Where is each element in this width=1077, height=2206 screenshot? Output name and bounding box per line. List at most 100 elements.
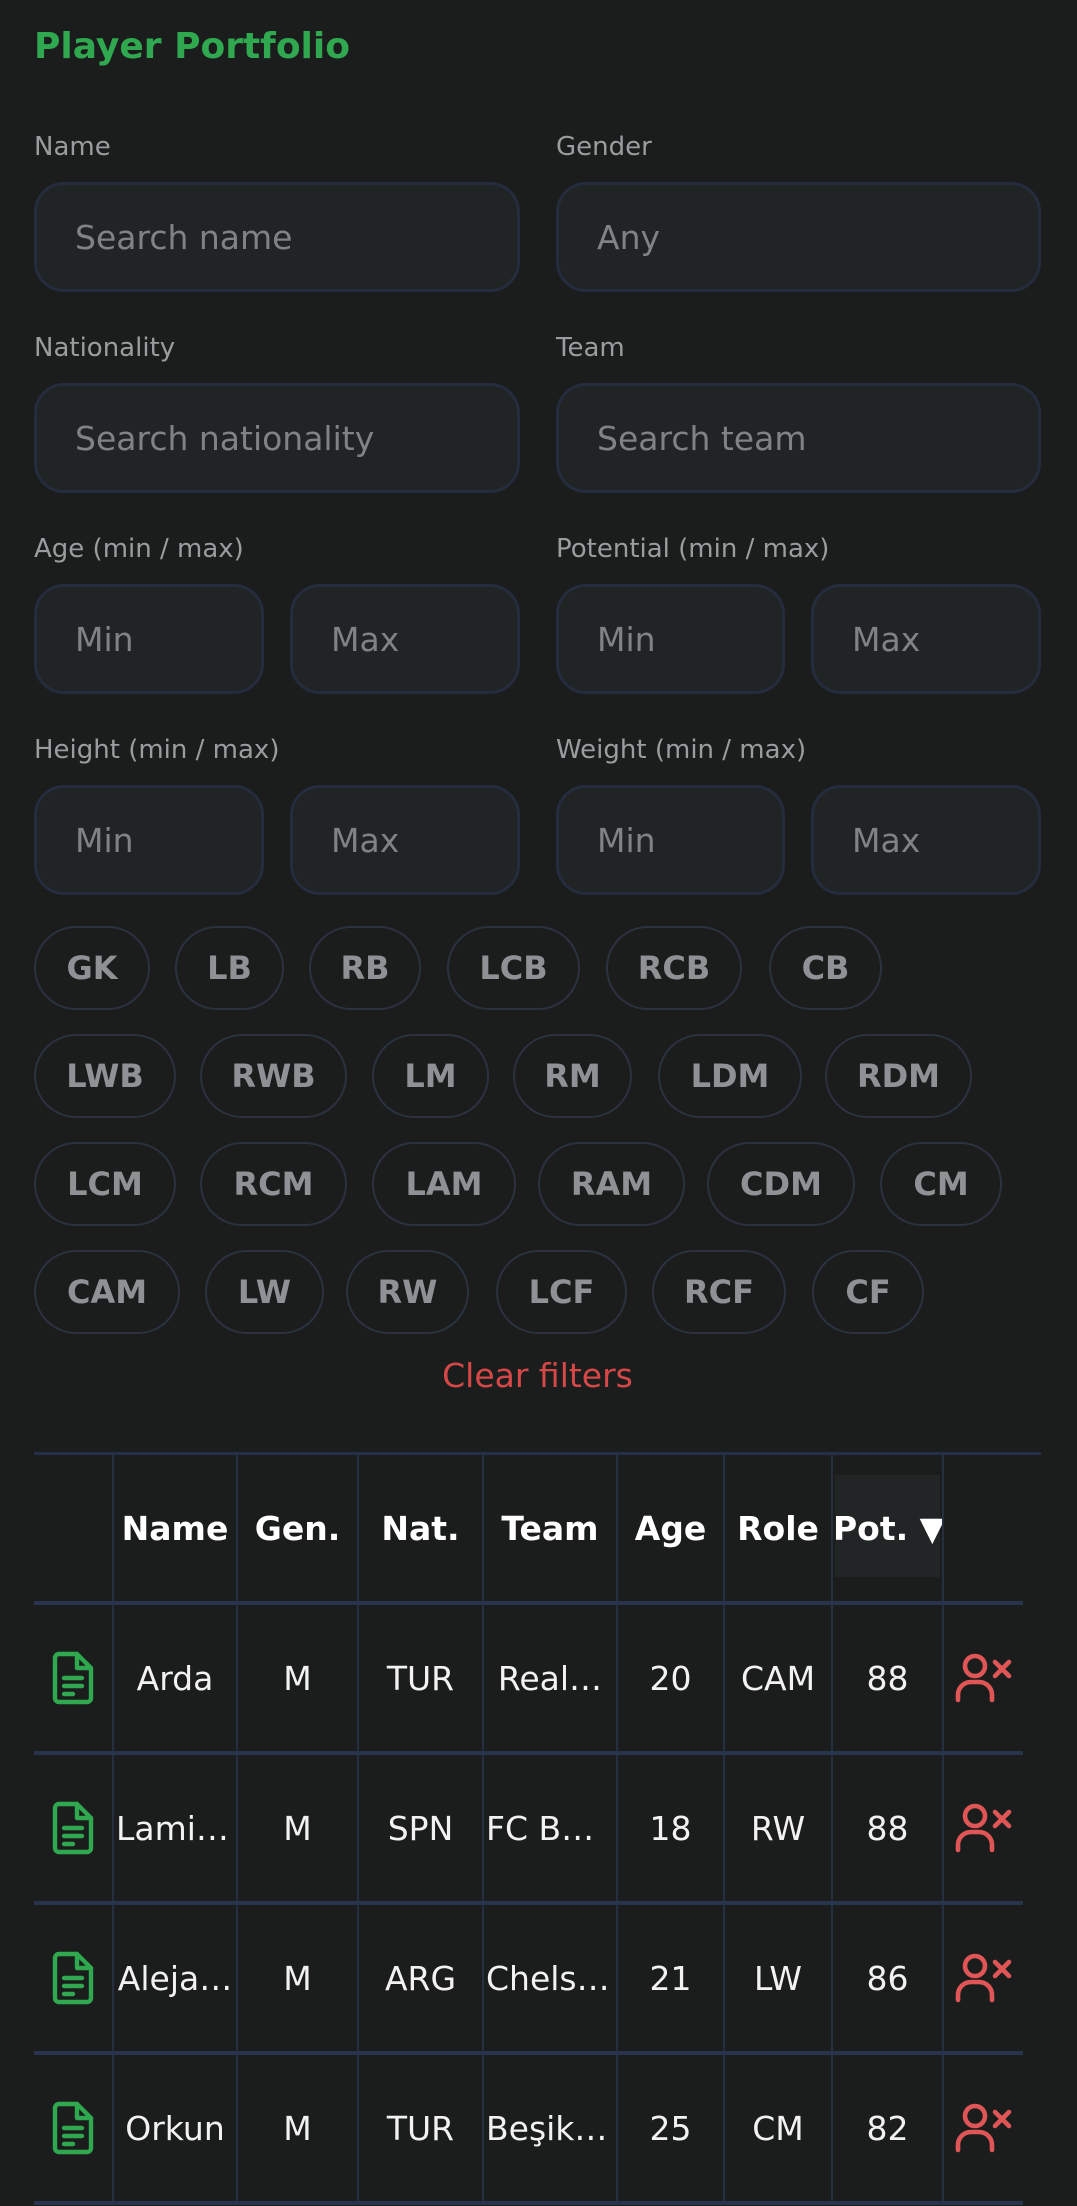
position-chip-rcb[interactable]: RCB [606, 926, 742, 1010]
position-chip-cf[interactable]: CF [812, 1250, 924, 1334]
header-potential-label: Pot. ▼ [833, 1508, 943, 1548]
cell-name: Orkun [112, 2051, 237, 2205]
cell-nationality-text: SPN [387, 1808, 454, 1848]
header-team[interactable]: Team [482, 1455, 617, 1603]
open-player-button[interactable] [34, 1751, 113, 1903]
table-header-row: Name Gen. Nat. Team Age Role Pot. ▼ [34, 1455, 1023, 1603]
remove-player-button[interactable] [942, 1901, 1023, 2053]
cell-nationality: TUR [357, 2051, 483, 2205]
header-potential-sorted[interactable]: Pot. ▼ [831, 1455, 943, 1603]
position-chip-lwb[interactable]: LWB [34, 1034, 176, 1118]
cell-age: 25 [616, 2051, 724, 2205]
remove-player-button[interactable] [942, 1601, 1023, 1753]
cell-nationality: SPN [357, 1751, 483, 1903]
gender-select[interactable]: Any [556, 182, 1041, 292]
position-chip-lam[interactable]: LAM [372, 1142, 516, 1226]
document-icon [34, 1800, 112, 1856]
cell-age: 18 [616, 1751, 724, 1903]
position-chip-ldm[interactable]: LDM [658, 1034, 802, 1118]
nationality-search-input[interactable]: Search nationality [34, 383, 520, 493]
cell-age-text: 18 [649, 1808, 692, 1848]
cell-name: Lamine [112, 1751, 237, 1903]
cell-gender-text: M [283, 2108, 312, 2148]
remove-user-icon [945, 1652, 1023, 1704]
position-chip-cm[interactable]: CM [880, 1142, 1002, 1226]
cell-gender-text: M [283, 1808, 312, 1848]
position-chip-cdm[interactable]: CDM [707, 1142, 855, 1226]
position-chip-rb[interactable]: RB [309, 926, 421, 1010]
position-chip-cam[interactable]: CAM [34, 1250, 180, 1334]
potential-label: Potential (min / max) [556, 534, 830, 564]
cell-potential: 88 [831, 1601, 943, 1753]
position-chip-rcm[interactable]: RCM [200, 1142, 347, 1226]
remove-player-button[interactable] [942, 1751, 1023, 1903]
cell-potential-text: 86 [866, 1958, 909, 1998]
cell-team-text: Chelsea [486, 1958, 616, 1998]
cell-role-text: CM [752, 2108, 804, 2148]
position-chip-rcf[interactable]: RCF [652, 1250, 786, 1334]
header-role[interactable]: Role [723, 1455, 832, 1603]
cell-name: Arda [112, 1601, 237, 1753]
cell-role-text: RW [750, 1808, 806, 1848]
header-age[interactable]: Age [616, 1455, 724, 1603]
cell-team: Chelsea [482, 1901, 617, 2053]
header-nationality[interactable]: Nat. [357, 1455, 483, 1603]
cell-name: Aleja… [112, 1901, 237, 2053]
cell-name-text: Lamine [116, 1808, 236, 1848]
cell-age: 21 [616, 1901, 724, 2053]
position-chip-ram[interactable]: RAM [538, 1142, 685, 1226]
position-chip-lb[interactable]: LB [175, 926, 284, 1010]
cell-name-text: Arda [136, 1658, 214, 1698]
age-max-input[interactable]: Max [290, 584, 520, 694]
cell-role: LW [723, 1901, 832, 2053]
cell-team-text: Beşikt… [486, 2108, 616, 2148]
position-chip-lcf[interactable]: LCF [496, 1250, 627, 1334]
position-chip-rwb[interactable]: RWB [200, 1034, 347, 1118]
cell-nationality-text: TUR [386, 1658, 455, 1698]
position-chip-rw[interactable]: RW [346, 1250, 469, 1334]
potential-max-input[interactable]: Max [811, 584, 1041, 694]
cell-team: Beşikt… [482, 2051, 617, 2205]
cell-role: CAM [723, 1601, 832, 1753]
position-chip-lcm[interactable]: LCM [34, 1142, 176, 1226]
open-player-button[interactable] [34, 1901, 113, 2053]
cell-nationality-text: TUR [386, 2108, 455, 2148]
team-search-input[interactable]: Search team [556, 383, 1041, 493]
name-search-input[interactable]: Search name [34, 182, 520, 292]
clear-filters-link[interactable]: Clear filters [34, 1356, 1041, 1395]
remove-player-button[interactable] [942, 2051, 1023, 2205]
cell-gender: M [236, 1751, 358, 1903]
weight-min-input[interactable]: Min [556, 785, 785, 895]
height-max-input[interactable]: Max [290, 785, 520, 895]
position-chip-rdm[interactable]: RDM [825, 1034, 972, 1118]
position-chip-lw[interactable]: LW [205, 1250, 324, 1334]
cell-nationality-text: ARG [384, 1958, 457, 1998]
open-player-button[interactable] [34, 1601, 113, 1753]
document-icon [34, 1650, 112, 1706]
gender-label: Gender [556, 132, 652, 162]
weight-max-input[interactable]: Max [811, 785, 1041, 895]
age-min-input[interactable]: Min [34, 584, 264, 694]
cell-potential: 88 [831, 1751, 943, 1903]
header-gender[interactable]: Gen. [236, 1455, 358, 1603]
cell-potential: 86 [831, 1901, 943, 2053]
position-chip-lcb[interactable]: LCB [447, 926, 580, 1010]
cell-age: 20 [616, 1601, 724, 1753]
cell-nationality: ARG [357, 1901, 483, 2053]
position-chip-lm[interactable]: LM [372, 1034, 489, 1118]
document-icon [34, 1950, 112, 2006]
cell-gender-text: M [283, 1658, 312, 1698]
position-chip-rm[interactable]: RM [513, 1034, 632, 1118]
header-name[interactable]: Name [112, 1455, 237, 1603]
cell-team: Real… [482, 1601, 617, 1753]
potential-min-input[interactable]: Min [556, 584, 785, 694]
nationality-label: Nationality [34, 333, 176, 363]
remove-user-icon [945, 1952, 1023, 2004]
remove-user-icon [945, 1802, 1023, 1854]
open-player-button[interactable] [34, 2051, 113, 2205]
position-chip-cb[interactable]: CB [769, 926, 882, 1010]
cell-nationality: TUR [357, 1601, 483, 1753]
height-min-input[interactable]: Min [34, 785, 264, 895]
position-chip-gk[interactable]: GK [34, 926, 150, 1010]
cell-potential-text: 82 [866, 2108, 909, 2148]
